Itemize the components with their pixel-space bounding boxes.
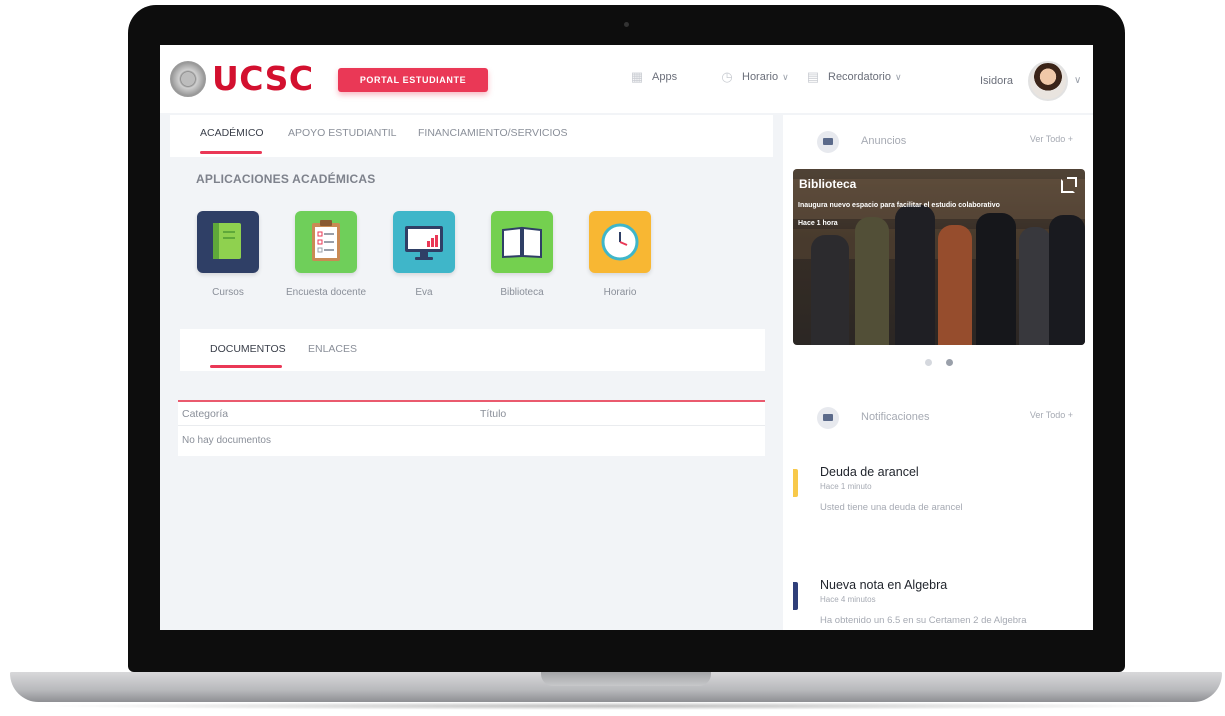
carousel-dot-1[interactable] — [925, 359, 932, 366]
message-icon — [817, 131, 839, 153]
announcements-view-all-link[interactable]: Ver Todo + — [1030, 134, 1073, 144]
user-name[interactable]: Isidora — [980, 75, 1013, 87]
top-navbar: UCSC PORTAL ESTUDIANTE ▦ Apps ◷ Horario … — [160, 45, 1093, 113]
horario-label: Horario — [742, 71, 779, 83]
university-seal-icon — [170, 60, 206, 97]
announcement-time: Hace 1 hora — [798, 220, 838, 227]
ucsc-logo[interactable]: UCSC — [170, 59, 314, 98]
clock-icon — [589, 211, 651, 273]
announcements-title: Anuncios — [861, 135, 907, 147]
camera-icon — [624, 22, 629, 27]
app-label: Cursos — [212, 287, 244, 298]
app-horario[interactable]: Horario — [575, 211, 665, 298]
chevron-down-icon: ∨ — [782, 71, 789, 82]
notifications-header: Notificaciones Ver Todo + — [817, 391, 1091, 441]
tab-financiamiento-servicios[interactable]: FINANCIAMIENTO/SERVICIOS — [418, 127, 568, 139]
expand-icon[interactable] — [1061, 177, 1077, 193]
apps-menu[interactable]: ▦ Apps — [630, 70, 677, 84]
calendar-icon: ▤ — [806, 69, 820, 84]
documents-tabs: DOCUMENTOS ENLACES — [180, 329, 765, 371]
tab-documentos[interactable]: DOCUMENTOS — [210, 343, 286, 355]
chevron-down-icon[interactable]: ∨ — [1074, 75, 1081, 86]
laptop-frame: UCSC PORTAL ESTUDIANTE ▦ Apps ◷ Horario … — [0, 0, 1225, 716]
portal-screen: UCSC PORTAL ESTUDIANTE ▦ Apps ◷ Horario … — [160, 45, 1093, 630]
clock-icon: ◷ — [721, 69, 733, 84]
notifications-card: Notificaciones Ver Todo + Deuda de aranc… — [783, 391, 1093, 630]
carousel-dot-2[interactable] — [946, 359, 953, 366]
notification-title: Deuda de arancel — [820, 465, 919, 479]
clipboard-icon — [295, 211, 357, 273]
notification-text: Ha obtenido un 6.5 en su Certamen 2 de A… — [820, 615, 1027, 626]
notification-color-bar — [793, 469, 798, 497]
recordatorio-label: Recordatorio — [828, 71, 891, 83]
table-header: Categoría Título — [178, 400, 765, 426]
active-tab-indicator — [200, 151, 262, 154]
app-encuesta-docente[interactable]: Encuesta docente — [281, 211, 371, 298]
section-title: APLICACIONES ACADÉMICAS — [196, 172, 376, 186]
book-icon — [491, 211, 553, 273]
tab-enlaces[interactable]: ENLACES — [308, 343, 357, 355]
app-cursos[interactable]: Cursos — [183, 211, 273, 298]
tab-apoyo-estudiantil[interactable]: APOYO ESTUDIANTIL — [288, 127, 397, 139]
monitor-chart-icon — [393, 211, 455, 273]
apps-label: Apps — [652, 71, 678, 83]
app-label: Horario — [603, 287, 637, 298]
empty-state-text: No hay documentos — [182, 435, 271, 446]
main-tabs: ACADÉMICO APOYO ESTUDIANTIL FINANCIAMIEN… — [170, 115, 773, 157]
notebook-icon — [197, 211, 259, 273]
app-label: Encuesta docente — [285, 287, 367, 298]
announcement-title: Biblioteca — [799, 177, 857, 191]
notifications-title: Notificaciones — [861, 411, 930, 423]
notification-color-bar — [793, 582, 798, 610]
grid-icon: ▦ — [630, 69, 644, 84]
avatar[interactable] — [1028, 61, 1068, 101]
announcement-subtitle: Inaugura nuevo espacio para facilitar el… — [798, 202, 1000, 209]
recordatorio-menu[interactable]: ▤ Recordatorio ∨ — [806, 70, 902, 84]
documents-table: Categoría Título No hay documentos — [178, 400, 765, 456]
portal-estudiante-button[interactable]: PORTAL ESTUDIANTE — [338, 68, 488, 92]
notification-title: Nueva nota en Algebra — [820, 578, 948, 592]
notification-time: Hace 1 minuto — [820, 482, 872, 491]
app-label: Eva — [415, 287, 433, 298]
laptop-notch — [541, 672, 711, 686]
chevron-down-icon: ∨ — [894, 71, 902, 82]
announcement-slide[interactable]: Biblioteca Inaugura nuevo espacio para f… — [793, 169, 1085, 345]
active-tab-indicator — [210, 365, 282, 368]
notification-time: Hace 4 minutos — [820, 595, 876, 604]
logo-text: UCSC — [212, 59, 314, 98]
notification-text: Usted tiene una deuda de arancel — [820, 502, 963, 513]
laptop-shadow — [30, 702, 1200, 710]
column-header-titulo[interactable]: Título — [480, 408, 506, 420]
tab-academico[interactable]: ACADÉMICO — [200, 127, 264, 139]
notifications-view-all-link[interactable]: Ver Todo + — [1030, 410, 1073, 420]
app-label: Biblioteca — [500, 287, 544, 298]
horario-menu[interactable]: ◷ Horario ∨ — [720, 69, 789, 84]
column-header-categoria[interactable]: Categoría — [182, 408, 228, 420]
app-eva[interactable]: Eva — [379, 211, 469, 298]
message-icon — [817, 407, 839, 429]
app-biblioteca[interactable]: Biblioteca — [477, 211, 567, 298]
announcements-header: Anuncios Ver Todo + — [817, 115, 1091, 165]
